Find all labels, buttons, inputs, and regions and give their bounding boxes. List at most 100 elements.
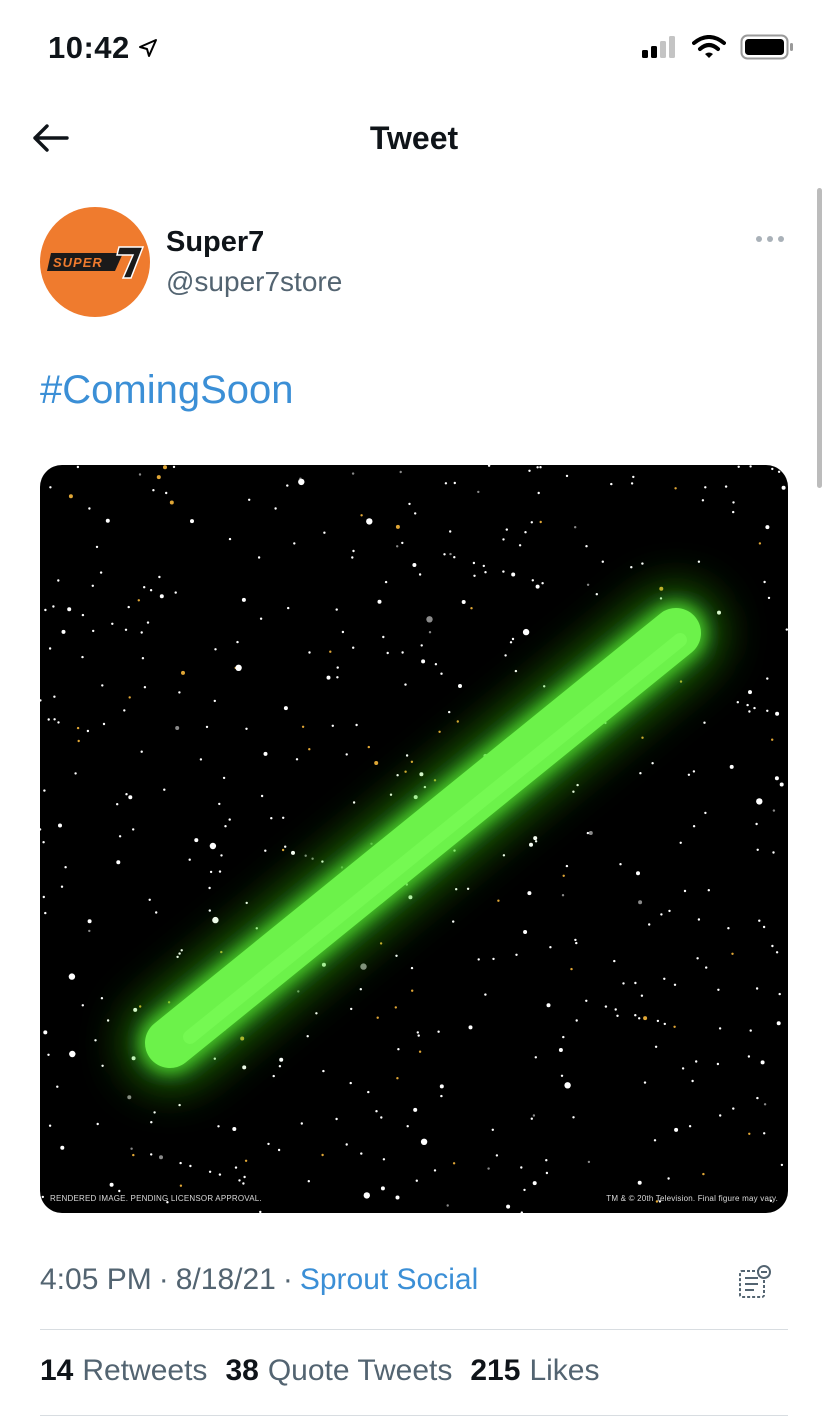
star <box>523 1188 526 1192</box>
star <box>291 850 295 855</box>
star <box>484 993 487 996</box>
star <box>477 958 480 961</box>
star <box>449 552 452 556</box>
star <box>315 1012 318 1015</box>
star <box>176 955 179 959</box>
star <box>293 542 296 545</box>
star <box>396 1077 399 1080</box>
star <box>311 857 314 860</box>
star <box>449 530 452 533</box>
star <box>663 1022 666 1026</box>
star <box>359 988 362 991</box>
star <box>218 1173 222 1176</box>
likes-stat[interactable]: 215 Likes <box>470 1354 599 1388</box>
star <box>411 989 414 992</box>
star <box>756 848 759 851</box>
star <box>190 519 194 524</box>
star <box>172 465 176 469</box>
star <box>42 895 45 899</box>
star <box>414 512 417 515</box>
star <box>194 838 199 843</box>
star <box>199 758 203 761</box>
star <box>48 647 52 650</box>
star <box>178 1103 181 1107</box>
star <box>283 706 288 711</box>
star <box>663 977 666 980</box>
star <box>81 655 84 659</box>
star <box>179 1161 182 1165</box>
star <box>572 790 575 793</box>
star <box>341 630 345 634</box>
star <box>58 823 62 828</box>
star <box>326 675 331 680</box>
star <box>57 721 60 724</box>
star <box>717 988 720 991</box>
star <box>405 754 409 757</box>
star <box>539 466 542 469</box>
star <box>545 1171 549 1175</box>
star <box>165 491 168 495</box>
star <box>351 556 354 559</box>
star <box>668 909 671 913</box>
star <box>719 1114 722 1117</box>
star <box>360 514 363 517</box>
star <box>509 641 513 644</box>
scroll-indicator[interactable] <box>817 188 822 488</box>
star <box>667 1177 670 1180</box>
star <box>456 720 459 723</box>
star <box>118 1189 121 1193</box>
media-image <box>40 465 788 1213</box>
svg-text:SUPER: SUPER <box>53 255 103 270</box>
star <box>415 1179 418 1182</box>
likes-label: Likes <box>529 1354 600 1387</box>
star <box>95 545 99 549</box>
star <box>679 841 682 844</box>
star <box>565 864 569 868</box>
star <box>641 736 644 739</box>
cellular-signal-icon <box>642 36 675 58</box>
star <box>758 919 761 922</box>
star <box>379 942 383 945</box>
star <box>660 913 663 916</box>
star <box>105 518 110 523</box>
star <box>111 622 114 625</box>
tweet-media[interactable]: RENDERED IMAGE. PENDING LICENSOR APPROVA… <box>40 465 788 1213</box>
tweet-analytics-button[interactable] <box>738 1265 772 1301</box>
star <box>433 1169 437 1172</box>
quote-tweets-label: Quote Tweets <box>267 1354 453 1387</box>
star <box>439 1084 444 1089</box>
star <box>691 1079 694 1083</box>
star <box>74 772 77 775</box>
star <box>511 572 516 577</box>
star <box>140 750 143 753</box>
star <box>440 1094 443 1098</box>
quote-tweets-stat[interactable]: 38 Quote Tweets <box>225 1354 452 1388</box>
star <box>604 1005 608 1008</box>
star <box>643 1081 647 1084</box>
star <box>771 944 774 948</box>
star <box>453 481 456 485</box>
star <box>49 486 52 489</box>
star <box>637 1180 642 1185</box>
star <box>44 911 47 915</box>
hashtag-link[interactable]: #ComingSoon <box>40 368 294 413</box>
star <box>77 739 80 743</box>
star <box>56 1085 59 1088</box>
star <box>707 889 710 892</box>
star <box>401 541 404 545</box>
tweet-source-link[interactable]: Sprout Social <box>300 1263 478 1297</box>
star <box>163 788 166 791</box>
avatar[interactable]: SUPER <box>40 207 150 317</box>
author-handle[interactable]: @super7store <box>166 266 342 298</box>
more-options-button[interactable] <box>756 236 784 242</box>
star <box>281 848 285 852</box>
star <box>428 631 432 634</box>
star <box>534 1056 537 1059</box>
star <box>530 521 533 524</box>
star <box>732 510 735 514</box>
location-arrow-icon <box>138 39 157 57</box>
star <box>52 605 55 608</box>
star <box>47 1053 50 1056</box>
author-name[interactable]: Super7 <box>166 226 264 259</box>
retweets-stat[interactable]: 14 Retweets <box>40 1354 207 1388</box>
